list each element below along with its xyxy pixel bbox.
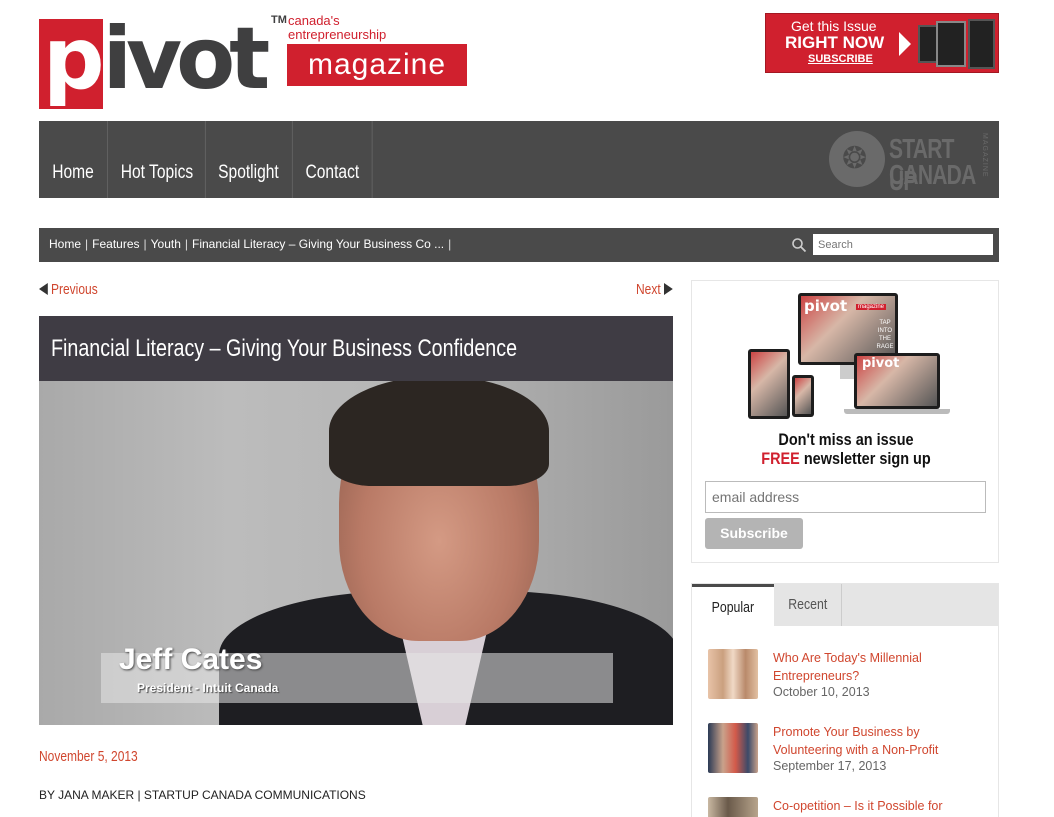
previous-link[interactable]: Previous — [39, 281, 98, 298]
site-logo[interactable]: pivot TM canada's entrepreneurship magaz… — [39, 14, 469, 109]
post-thumbnail[interactable] — [708, 723, 758, 773]
device-mag: magazine — [856, 304, 887, 310]
list-item[interactable]: Co-opetition – Is it Possible for — [708, 797, 988, 817]
device-logo: pivot — [804, 297, 848, 315]
logo-tagline-line2: entrepreneurship — [288, 27, 387, 42]
list-item[interactable]: Who Are Today's Millennial Entrepreneurs… — [708, 649, 988, 709]
article-title-bar: Financial Literacy – Giving Your Busines… — [39, 316, 673, 381]
video-person-hair — [329, 381, 549, 486]
breadcrumb-separator: | — [143, 237, 147, 251]
subscribe-button[interactable]: Subscribe — [705, 518, 803, 549]
video-speaker-name: Jeff Cates — [119, 643, 263, 676]
email-field[interactable] — [705, 481, 986, 513]
startup-side-text: MAGAZINE — [981, 133, 988, 178]
newsletter-free: FREE — [761, 449, 800, 468]
article-byline: BY JANA MAKER | STARTUP CANADA COMMUNICA… — [39, 788, 366, 802]
arrow-right-icon — [663, 283, 673, 295]
tab-header: Popular Recent — [692, 584, 998, 626]
list-item[interactable]: Promote Your Business by Volunteering wi… — [708, 723, 988, 783]
startup-line2: CANADA — [889, 159, 976, 190]
device-tag: TAP INTO THE RAGE — [876, 320, 894, 350]
newsletter-headline: Don't miss an issue — [778, 430, 914, 449]
nav-spotlight[interactable]: Spotlight — [205, 121, 293, 198]
logo-wordmark: pivot — [39, 16, 270, 109]
logo-magazine-label: magazine — [287, 44, 467, 86]
nav-home[interactable]: Home — [39, 121, 108, 198]
breadcrumb-separator: | — [448, 237, 452, 251]
breadcrumb-separator: | — [184, 237, 189, 251]
video-speaker-role: President - Intuit Canada — [137, 681, 279, 695]
breadcrumb: Home | Features | Youth | Financial Literacy –… — [49, 237, 455, 251]
next-link[interactable]: Next — [636, 281, 673, 298]
promo-line2: RIGHT NOW — [785, 33, 885, 52]
newsletter-subline-text: newsletter sign up — [803, 449, 931, 468]
newsletter-subline: FREE newsletter sign up — [715, 449, 977, 469]
article-title: Financial Literacy – Giving Your Busines… — [51, 335, 518, 362]
device-laptop: pivot — [854, 353, 940, 409]
post-thumbnail[interactable] — [708, 797, 758, 817]
nav-contact[interactable]: Contact — [293, 121, 373, 198]
startup-canada-logo[interactable]: ❂ START UP CANADA MAGAZINE — [829, 129, 994, 196]
promo-line1: Get this Issue — [791, 18, 877, 34]
post-title[interactable]: Promote Your Business by Volunteering wi… — [773, 723, 988, 759]
device-tablet-left — [748, 349, 790, 419]
laptop-logo: pivot — [862, 356, 900, 371]
breadcrumb-current: Financial Literacy – Giving Your Busines… — [192, 237, 445, 251]
logo-ivot: ivot — [102, 9, 271, 109]
breadcrumb-separator: | — [85, 237, 89, 251]
post-date: September 17, 2013 — [773, 759, 887, 773]
issue-covers-image — [918, 19, 996, 69]
search-input[interactable] — [813, 234, 993, 255]
play-arrow-icon — [899, 32, 911, 56]
tab-popular[interactable]: Popular — [692, 584, 774, 626]
breadcrumb-youth[interactable]: Youth — [151, 237, 181, 251]
maple-leaf-badge: ❂ — [829, 131, 885, 187]
post-title[interactable]: Who Are Today's Millennial Entrepreneurs… — [773, 649, 988, 685]
article-video[interactable]: Jeff Cates President - Intuit Canada — [39, 381, 673, 725]
post-title[interactable]: Co-opetition – Is it Possible for — [773, 797, 988, 815]
newsletter-signup: pivot magazine TAP INTO THE RAGE pivot D… — [691, 280, 999, 563]
article-date: November 5, 2013 — [39, 748, 138, 765]
search-icon[interactable] — [791, 237, 807, 253]
tab-recent[interactable]: Recent — [774, 584, 842, 626]
logo-p-mark: p — [39, 16, 105, 109]
devices-image: pivot magazine TAP INTO THE RAGE pivot — [748, 293, 950, 428]
breadcrumb-features[interactable]: Features — [92, 237, 139, 251]
promo-subscribe-link[interactable]: SUBSCRIBE — [808, 53, 873, 65]
logo-tagline: canada's entrepreneurship — [288, 14, 386, 42]
previous-label: Previous — [51, 281, 98, 298]
post-thumbnail[interactable] — [708, 649, 758, 699]
nav-hot-topics[interactable]: Hot Topics — [109, 121, 206, 198]
post-date: October 10, 2013 — [773, 685, 870, 699]
main-nav: Home Hot Topics Spotlight Contact ❂ STAR… — [39, 121, 999, 198]
device-phone — [792, 375, 814, 417]
maple-leaf-icon: ❂ — [842, 142, 868, 175]
get-issue-banner[interactable]: Get this Issue RIGHT NOW SUBSCRIBE — [765, 13, 999, 73]
breadcrumb-bar: Home | Features | Youth | Financial Literacy –… — [39, 228, 999, 262]
next-label: Next — [636, 281, 661, 298]
arrow-left-icon — [39, 283, 48, 295]
breadcrumb-home[interactable]: Home — [49, 237, 81, 251]
popular-recent-tabs: Popular Recent Who Are Today's Millennia… — [691, 583, 999, 817]
logo-tagline-line1: canada's — [288, 13, 340, 28]
logo-trademark: TM — [271, 14, 287, 26]
